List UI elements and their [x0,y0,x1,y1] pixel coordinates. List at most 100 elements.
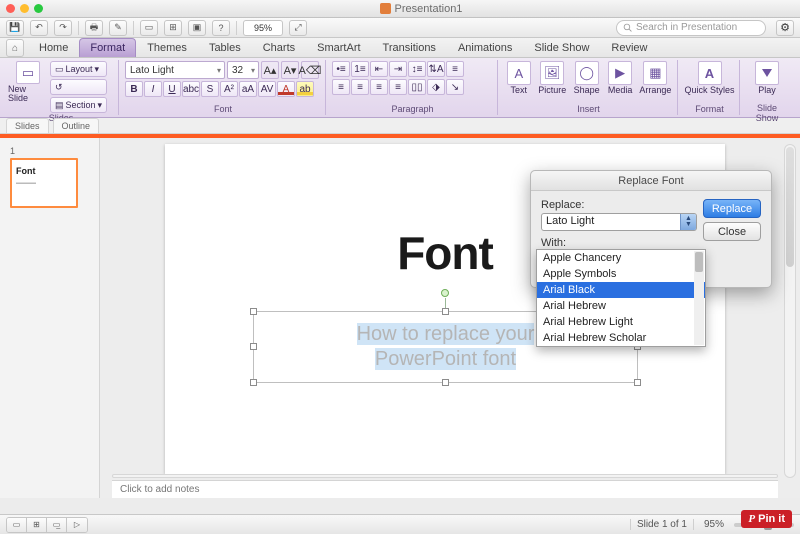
redo-icon[interactable]: ↷ [54,20,72,36]
close-button[interactable]: Close [703,222,761,241]
insert-picture-button[interactable]: 🖼Picture [536,61,569,103]
settings-gear-icon[interactable]: ⚙ [776,20,794,36]
tab-transitions[interactable]: Transitions [372,38,447,57]
tab-slideshow[interactable]: Slide Show [523,38,600,57]
side-pane-tabs: Slides Outline [0,118,800,134]
font-size-select[interactable]: 32 [227,61,259,79]
tab-animations[interactable]: Animations [447,38,523,57]
tab-themes[interactable]: Themes [136,38,198,57]
resize-handle[interactable] [250,308,257,315]
tab-format[interactable]: Format [79,38,136,57]
font-color-icon[interactable]: A [277,81,295,97]
insert-media-button[interactable]: ▶Media [604,61,635,103]
tab-home[interactable]: Home [28,38,79,57]
presenter-view-icon[interactable]: ▭̲ [47,518,67,532]
font-option[interactable]: Arial Hebrew [537,298,705,314]
line-spacing-icon[interactable]: ↕≡ [408,61,426,77]
align-text-vert-icon[interactable]: ≡ [446,61,464,77]
sorter-view-icon[interactable]: ⊞ [27,518,47,532]
format-painter-icon[interactable]: ✎ [109,20,127,36]
bullets-icon[interactable]: •≡ [332,61,350,77]
dropdown-scrollbar[interactable] [694,251,704,345]
quick-styles-button[interactable]: AQuick Styles [684,61,735,103]
columns-icon[interactable]: ▯▯ [408,79,426,95]
italic-icon[interactable]: I [144,81,162,97]
strike-icon[interactable]: abc [182,81,200,97]
section-button[interactable]: ▤ Section ▾ [50,97,107,113]
tab-charts[interactable]: Charts [252,38,306,57]
justify-icon[interactable]: ≡ [389,79,407,95]
font-option-selected[interactable]: Arial Black [537,282,705,298]
align-left-icon[interactable]: ≡ [332,79,350,95]
replace-font-select[interactable]: Lato Light ▲▼ [541,213,697,231]
tab-smartart[interactable]: SmartArt [306,38,371,57]
close-window-icon[interactable] [6,4,15,13]
minimize-window-icon[interactable] [20,4,29,13]
save-icon[interactable]: 💾 [6,20,24,36]
paragraph-dialog-icon[interactable]: ↘ [446,79,464,95]
align-center-icon[interactable]: ≡ [351,79,369,95]
bold-icon[interactable]: B [125,81,143,97]
insert-shape-button[interactable]: ◯Shape [571,61,602,103]
toolbox-icon[interactable]: ⊞ [164,20,182,36]
play-slideshow-button[interactable]: Play [746,61,788,103]
increase-indent-icon[interactable]: ⇥ [389,61,407,77]
resize-handle[interactable] [250,379,257,386]
horizontal-scrollbar[interactable] [112,474,778,478]
numbering-icon[interactable]: 1≡ [351,61,369,77]
font-option[interactable]: Arial Hebrew Light [537,314,705,330]
clear-format-icon[interactable]: A⌫ [301,61,319,79]
resize-handle[interactable] [250,343,257,350]
replace-button[interactable]: Replace [703,199,761,218]
text-direction-icon[interactable]: ⇅A [427,61,445,77]
resize-handle[interactable] [442,308,449,315]
show-hide-icon[interactable]: ▭ [140,20,158,36]
resize-handle[interactable] [442,379,449,386]
normal-view-icon[interactable]: ▭ [7,518,27,532]
superscript-icon[interactable]: A² [220,81,238,97]
shrink-font-icon[interactable]: A▾ [281,61,299,79]
decrease-indent-icon[interactable]: ⇤ [370,61,388,77]
arrange-button[interactable]: ▦Arrange [638,61,673,103]
resize-handle[interactable] [634,379,641,386]
align-right-icon[interactable]: ≡ [370,79,388,95]
fit-window-icon[interactable]: ⤢ [289,20,307,36]
notes-pane[interactable]: Click to add notes [112,480,778,498]
underline-icon[interactable]: U [163,81,181,97]
undo-icon[interactable]: ↶ [30,20,48,36]
convert-smartart-icon[interactable]: ⬗ [427,79,445,95]
side-tab-outline[interactable]: Outline [53,118,100,133]
slideshow-view-icon[interactable]: ▷ [67,518,87,532]
zoom-window-icon[interactable] [34,4,43,13]
print-icon[interactable]: 🖶 [85,20,103,36]
char-spacing-icon[interactable]: AV [258,81,276,97]
layout-button[interactable]: ▭ Layout ▾ [50,61,107,77]
side-tab-slides[interactable]: Slides [6,118,49,133]
zoom-percent-status[interactable]: 95% [700,519,728,530]
font-name-select[interactable]: Lato Light [125,61,225,79]
font-option[interactable]: Arial Hebrew Scholar [537,330,705,346]
pin-it-button[interactable]: PPin it [741,510,792,528]
ribbon-home-icon[interactable]: ⌂ [6,39,24,57]
scrollbar-thumb[interactable] [786,147,794,267]
grow-font-icon[interactable]: A▴ [261,61,279,79]
highlight-icon[interactable]: ab [296,81,314,97]
new-slide-button[interactable]: ▭ New Slide [8,61,48,103]
change-case-icon[interactable]: aA [239,81,257,97]
slide-thumbnail-1[interactable]: Font ▬▬▬▬ [10,158,78,208]
tab-review[interactable]: Review [600,38,658,57]
presentation-search-input[interactable]: Search in Presentation [616,20,766,36]
vertical-scrollbar[interactable] [784,144,796,478]
font-option[interactable]: Apple Symbols [537,266,705,282]
help-icon[interactable]: ? [212,20,230,36]
insert-text-button[interactable]: AText [504,61,534,103]
font-option[interactable]: Apple Chancery [537,250,705,266]
subtitle-text[interactable]: How to replace your PowerPoint font [357,322,535,372]
shadow-icon[interactable]: S [201,81,219,97]
reset-button[interactable]: ↺ [50,79,107,95]
tab-tables[interactable]: Tables [198,38,252,57]
scrollbar-thumb[interactable] [695,252,703,272]
rotation-handle[interactable] [441,289,449,297]
media-browser-icon[interactable]: ▣ [188,20,206,36]
zoom-percent-box[interactable]: 95% [243,20,283,36]
